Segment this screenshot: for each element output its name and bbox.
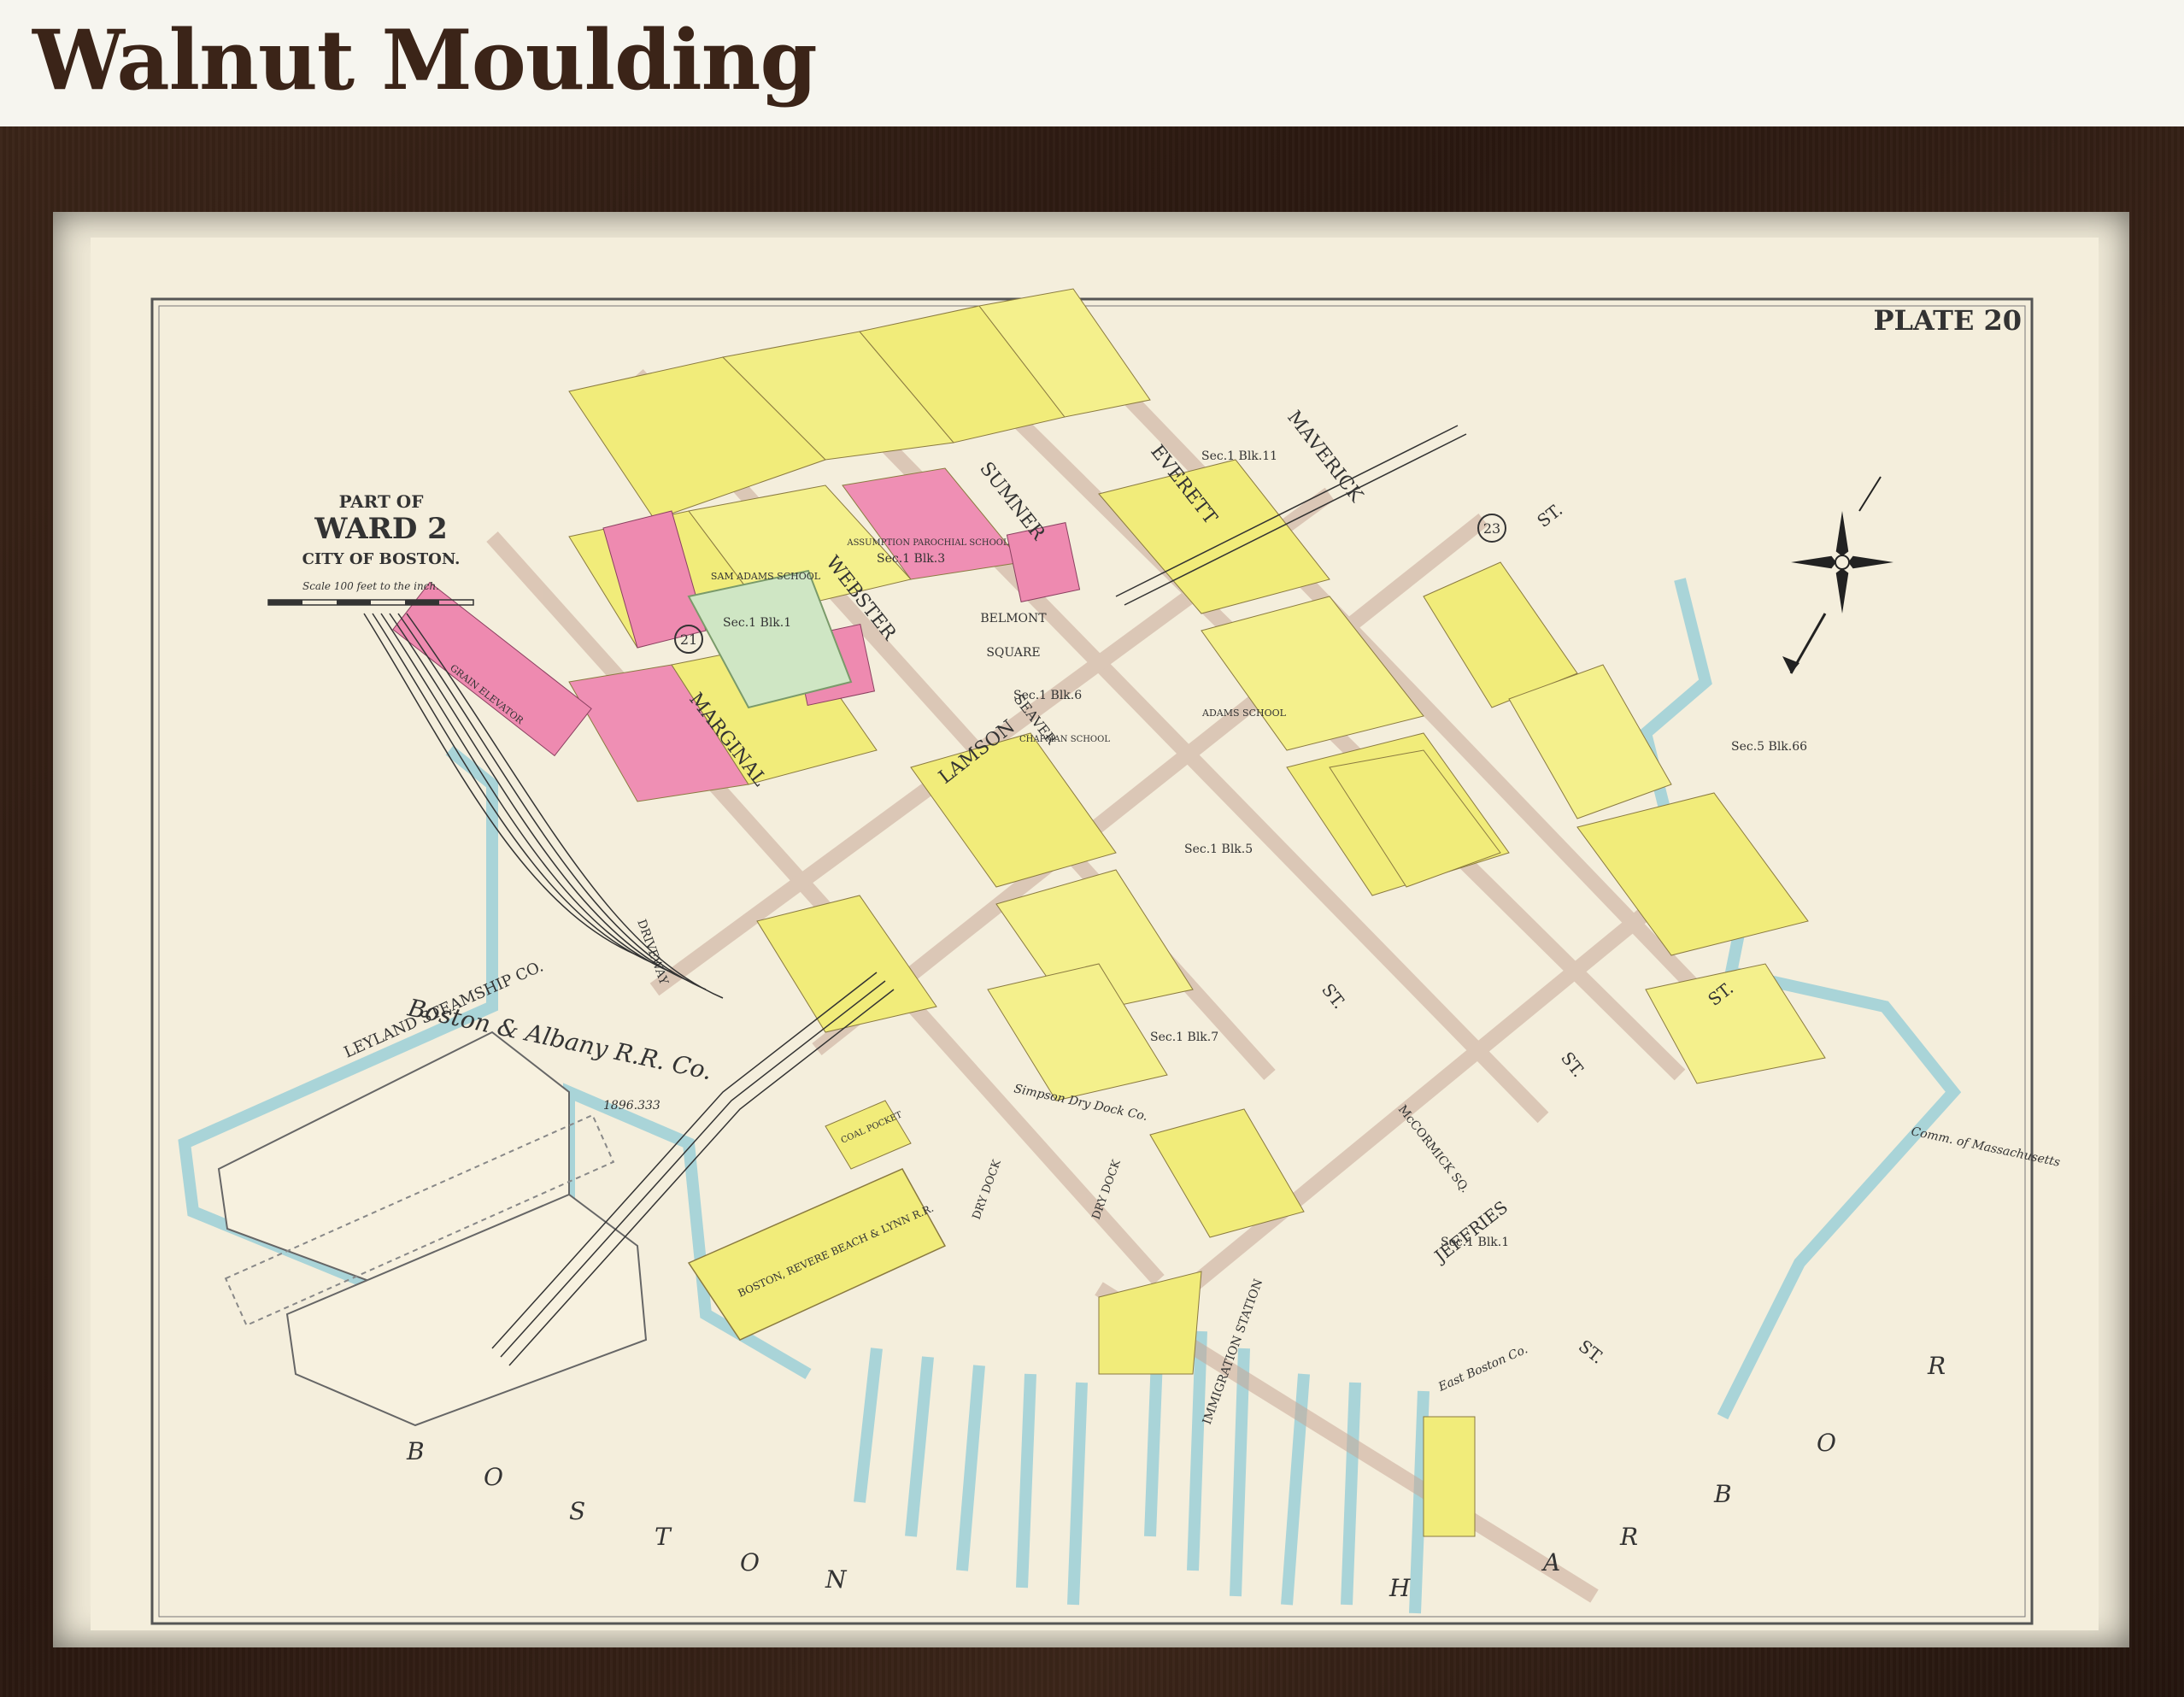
school-sam-adams: SAM ADAMS SCHOOL: [711, 571, 821, 582]
school-chapman: CHAPMAN SCHOOL: [1019, 735, 1110, 744]
page-title: Walnut Moulding: [32, 12, 818, 109]
plate-number: PLATE 20: [1873, 304, 2022, 337]
street-st-4: ST.: [1557, 1048, 1589, 1081]
railroad-value: 1896.333: [603, 1099, 660, 1113]
harbor-letter: R: [1619, 1523, 1638, 1551]
compass-rose-icon: [1782, 476, 1893, 674]
section-label: Sec.1 Blk.3: [877, 552, 945, 566]
street-st-1: ST.: [1533, 499, 1566, 531]
street-st-2: ST.: [1318, 979, 1350, 1013]
harbor-letter: O: [484, 1463, 503, 1491]
street-jeffries: JEFFRIES: [1430, 1196, 1512, 1267]
section-label: Sec.1 Blk.1: [723, 616, 791, 630]
harbor-letter: H: [1388, 1574, 1411, 1602]
street-st-5: ST.: [1575, 1336, 1608, 1368]
section-label: Sec.1 Blk.6: [1013, 689, 1082, 702]
comm-mass-label: Comm. of Massachusetts: [1910, 1124, 2061, 1170]
street-mccormick: McCORMICK SQ.: [1395, 1103, 1472, 1196]
section-label: Sec.1 Blk.5: [1184, 843, 1253, 856]
scale-text: Scale 100 feet to the inch.: [302, 580, 439, 592]
title-line-3: CITY OF BOSTON.: [302, 550, 461, 568]
school-assumption: ASSUMPTION PAROCHIAL SCHOOL: [846, 538, 1009, 548]
section-label: Sec.1 Blk.1: [1441, 1236, 1509, 1249]
harbor-letter: T: [655, 1523, 672, 1551]
harbor-letter: O: [1817, 1429, 1836, 1457]
harbor-letter: B: [406, 1437, 425, 1465]
section-label: Sec.1 Blk.11: [1201, 449, 1277, 463]
atlas-map: PART OF WARD 2 CITY OF BOSTON. Scale 100…: [150, 288, 2061, 1625]
school-adams: ADAMS SCHOOL: [1201, 708, 1287, 719]
east-boston-label: East Boston Co.: [1435, 1342, 1529, 1395]
walnut-frame: PART OF WARD 2 CITY OF BOSTON. Scale 100…: [0, 126, 2184, 1697]
map-sheet: PART OF WARD 2 CITY OF BOSTON. Scale 100…: [91, 238, 2099, 1630]
ward-23-label: 23: [1483, 520, 1500, 537]
harbor-letter: N: [825, 1565, 848, 1594]
page-header: Walnut Moulding: [0, 0, 2184, 126]
frame-mat: PART OF WARD 2 CITY OF BOSTON. Scale 100…: [53, 212, 2129, 1647]
section-label: Sec.5 Blk.66: [1731, 740, 1807, 754]
dry-dock-1: DRY DOCK: [971, 1158, 1004, 1221]
square-label-1: BELMONT: [980, 612, 1047, 625]
harbor-letters: B O S T O N H A R B O R: [406, 1352, 1946, 1602]
square-label-2: SQUARE: [986, 646, 1040, 660]
harbor-letter: A: [1541, 1548, 1560, 1577]
harbor-letter: R: [1927, 1352, 1946, 1380]
harbor-letter: B: [1713, 1480, 1732, 1508]
section-label: Sec.1 Blk.7: [1150, 1031, 1218, 1044]
ward-21-label: 21: [680, 631, 697, 648]
harbor-letter: S: [569, 1497, 585, 1525]
title-line-1: PART OF: [339, 491, 424, 512]
harbor-letter: O: [740, 1548, 760, 1577]
title-line-2: WARD 2: [314, 512, 448, 546]
